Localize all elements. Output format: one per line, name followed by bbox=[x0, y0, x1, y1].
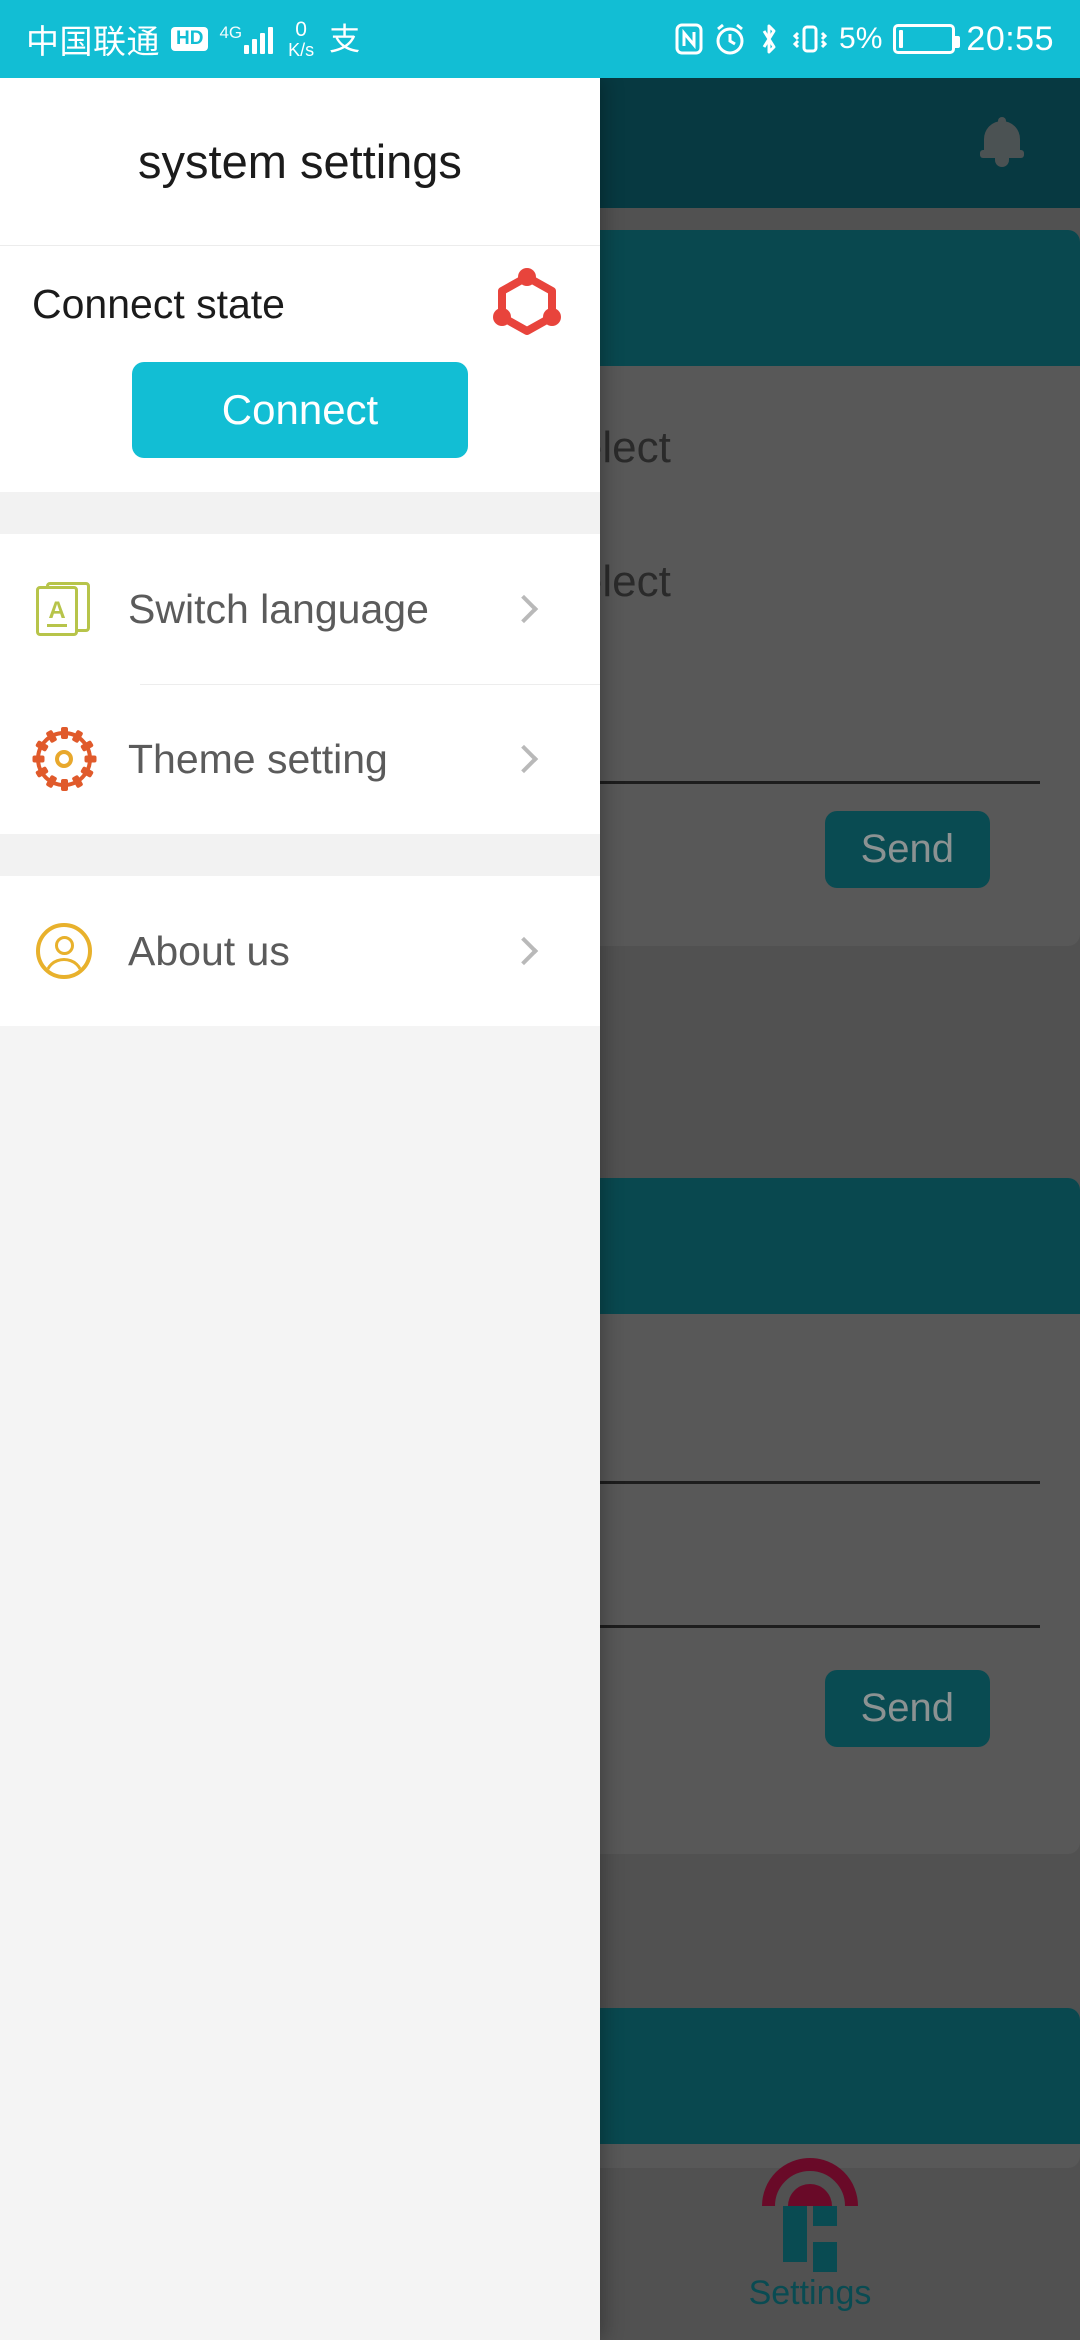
menu-item-switch-language[interactable]: A Switch language bbox=[0, 534, 600, 684]
battery-percent: 5% bbox=[839, 22, 883, 55]
user-circle-icon bbox=[36, 923, 110, 979]
status-bar: 中国联通 HD 4G 0 K/s 支 5% 20:55 bbox=[0, 0, 1080, 78]
connect-state-label: Connect state bbox=[32, 280, 285, 327]
menu-item-theme-setting[interactable]: Theme setting bbox=[0, 684, 600, 834]
hd-badge: HD bbox=[171, 26, 209, 52]
battery-icon bbox=[893, 24, 961, 54]
alarm-clock-icon bbox=[714, 23, 746, 55]
section-divider bbox=[0, 834, 600, 876]
network-speed: 0 K/s bbox=[288, 17, 315, 60]
carrier-name: 中国联通 bbox=[26, 23, 160, 60]
signal-bars-icon bbox=[244, 24, 274, 54]
menu-group-secondary: About us bbox=[0, 876, 600, 1026]
chevron-right-icon bbox=[509, 744, 539, 774]
hexagon-network-icon bbox=[486, 263, 568, 345]
clock-time: 20:55 bbox=[966, 19, 1054, 58]
drawer-header: system settings bbox=[0, 78, 600, 246]
menu-item-label: Theme setting bbox=[128, 735, 388, 782]
menu-item-about-us[interactable]: About us bbox=[0, 876, 600, 1026]
language-book-icon: A bbox=[36, 582, 110, 636]
alipay-icon: 支 bbox=[329, 21, 361, 57]
settings-drawer: system settings Connect state Connect A … bbox=[0, 78, 600, 2340]
menu-group-primary: A Switch language Theme setting bbox=[0, 534, 600, 834]
bluetooth-icon bbox=[757, 22, 781, 56]
menu-item-label: Switch language bbox=[128, 585, 429, 632]
network-speed-unit: K/s bbox=[288, 39, 315, 60]
page-title: system settings bbox=[138, 135, 462, 188]
menu-item-label: About us bbox=[128, 927, 290, 974]
network-speed-value: 0 bbox=[295, 17, 307, 41]
connect-state-section: Connect state Connect bbox=[0, 246, 600, 492]
section-divider bbox=[0, 492, 600, 534]
chevron-right-icon bbox=[509, 594, 539, 624]
network-type-label: 4G bbox=[219, 23, 243, 42]
nfc-icon bbox=[675, 23, 703, 55]
chevron-right-icon bbox=[509, 936, 539, 966]
gear-icon bbox=[32, 727, 110, 791]
connect-button[interactable]: Connect bbox=[132, 362, 468, 458]
vibrate-icon bbox=[792, 23, 828, 55]
phone-screen: …tting Please select Please select Send … bbox=[0, 0, 1080, 2340]
